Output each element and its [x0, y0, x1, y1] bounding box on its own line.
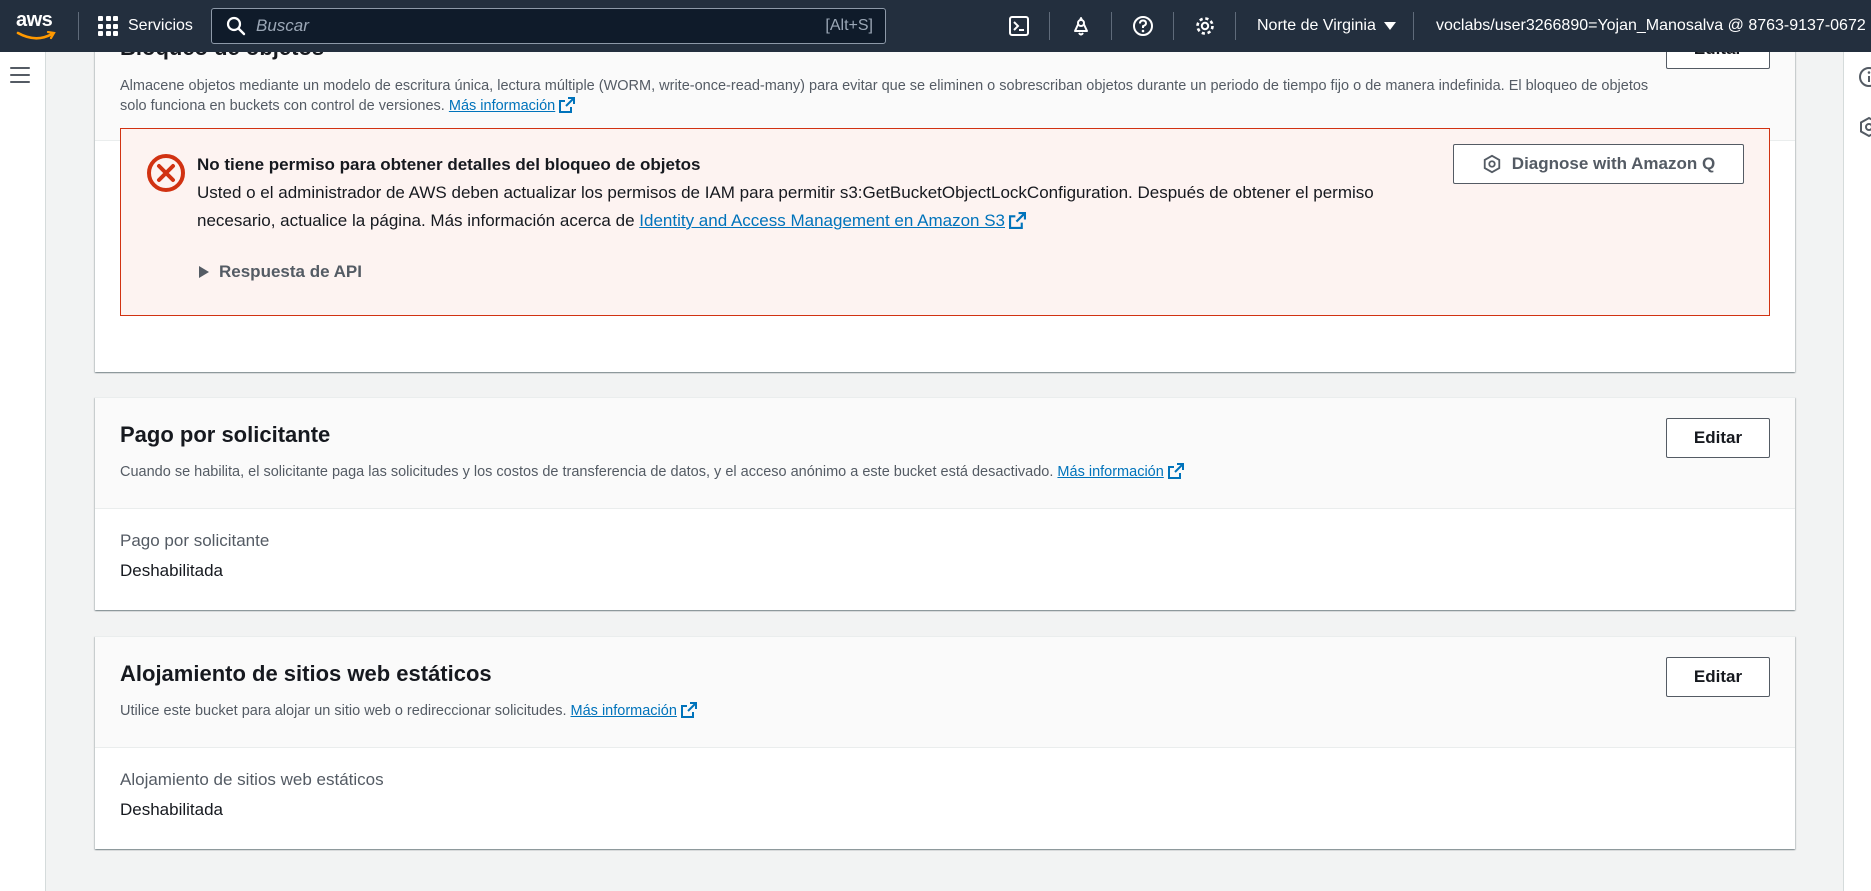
requester-pays-field-value: Deshabilitada [120, 561, 224, 580]
amazon-q-icon[interactable] [1858, 116, 1871, 138]
requester-pays-panel: Pago por solicitante Editar Cuando se ha… [95, 397, 1795, 610]
apps-grid-icon [98, 16, 118, 36]
requester-pays-description: Cuando se habilita, el solicitante paga … [120, 462, 1184, 482]
info-icon[interactable] [1858, 66, 1871, 88]
menu-icon[interactable] [10, 67, 30, 85]
nav-divider [1413, 12, 1414, 40]
aws-smile-icon [16, 31, 56, 40]
static-hosting-title: Alojamiento de sitios web estáticos [120, 661, 492, 686]
static-hosting-description: Utilice este bucket para alojar un sitio… [120, 701, 697, 721]
object-lock-panel: Bloqueo de objetos Editar Almacene objet… [95, 20, 1795, 372]
account-menu[interactable]: voclabs/user3266890=Yojan_Manosalva @ 87… [1436, 0, 1871, 52]
gear-icon[interactable] [1193, 14, 1217, 38]
external-link-icon [680, 702, 697, 718]
alert-body-line1: Usted o el administrador de AWS deben ac… [197, 183, 1374, 202]
api-response-label: Respuesta de API [219, 262, 362, 281]
object-lock-desc-line2: solo funciona en buckets con control de … [120, 96, 1780, 116]
diagnose-amazon-q-button[interactable]: Diagnose with Amazon Q [1453, 144, 1744, 184]
account-label: voclabs/user3266890=Yojan_Manosalva @ 87… [1436, 17, 1866, 34]
object-lock-learn-more-link[interactable]: Más información [449, 97, 576, 114]
requester-pays-learn-more-link[interactable]: Más información [1057, 463, 1184, 480]
external-link-icon [1009, 212, 1026, 229]
object-lock-desc-line1: Almacene objetos mediante un modelo de e… [120, 78, 1649, 94]
left-sidebar [0, 52, 46, 891]
object-lock-description: Almacene objetos mediante un modelo de e… [120, 76, 1780, 116]
services-menu-button[interactable]: Servicios [98, 0, 193, 52]
requester-pays-header: Pago por solicitante Editar Cuando se ha… [95, 398, 1795, 509]
services-label: Servicios [128, 17, 193, 34]
help-icon[interactable] [1131, 14, 1155, 38]
static-hosting-edit-button[interactable]: Editar [1666, 657, 1770, 697]
aws-logo[interactable]: aws [16, 10, 60, 42]
requester-pays-field-label: Pago por solicitante [120, 531, 270, 550]
api-response-expander[interactable]: Respuesta de API [199, 262, 362, 282]
aws-logo-text: aws [16, 9, 53, 31]
search-input[interactable] [256, 16, 826, 36]
nav-divider [1235, 12, 1236, 40]
external-link-icon [1167, 463, 1184, 479]
nav-divider [78, 12, 79, 40]
alert-title: No tiene permiso para obtener detalles d… [197, 155, 701, 174]
alert-body-line2: necesario, actualice la página. Más info… [197, 207, 1437, 235]
requester-pays-edit-button[interactable]: Editar [1666, 418, 1770, 458]
right-tools-rail [1843, 52, 1871, 891]
permission-error-alert: No tiene permiso para obtener detalles d… [120, 128, 1770, 316]
nav-divider [1111, 12, 1112, 40]
external-link-icon [559, 97, 576, 113]
bell-icon[interactable] [1069, 14, 1093, 38]
error-icon [147, 154, 185, 192]
static-hosting-learn-more-link[interactable]: Más información [571, 702, 697, 719]
diagnose-amazon-q-label: Diagnose with Amazon Q [1511, 154, 1716, 173]
static-hosting-header: Alojamiento de sitios web estáticos Edit… [95, 637, 1795, 748]
region-selector[interactable]: Norte de Virginia [1257, 0, 1396, 52]
search-box[interactable]: [Alt+S] [211, 8, 886, 44]
caret-down-icon [1383, 22, 1396, 30]
amazon-q-icon [1483, 154, 1500, 174]
alert-body: Usted o el administrador de AWS deben ac… [197, 179, 1437, 235]
caret-right-icon [199, 266, 209, 278]
requester-pays-title: Pago por solicitante [120, 422, 331, 447]
iam-docs-link[interactable]: Identity and Access Management en Amazon… [639, 211, 1026, 230]
cloudshell-icon[interactable] [1007, 14, 1031, 38]
static-hosting-field-value: Deshabilitada [120, 800, 224, 819]
nav-divider [1173, 12, 1174, 40]
search-icon [226, 16, 246, 36]
region-label: Norte de Virginia [1257, 17, 1376, 34]
search-shortcut-hint: [Alt+S] [825, 17, 873, 34]
static-hosting-panel: Alojamiento de sitios web estáticos Edit… [95, 636, 1795, 849]
nav-divider [1049, 12, 1050, 40]
static-hosting-field-label: Alojamiento de sitios web estáticos [120, 770, 384, 789]
top-navigation: aws Servicios [Alt+S] Norte de Virginia [0, 0, 1871, 52]
